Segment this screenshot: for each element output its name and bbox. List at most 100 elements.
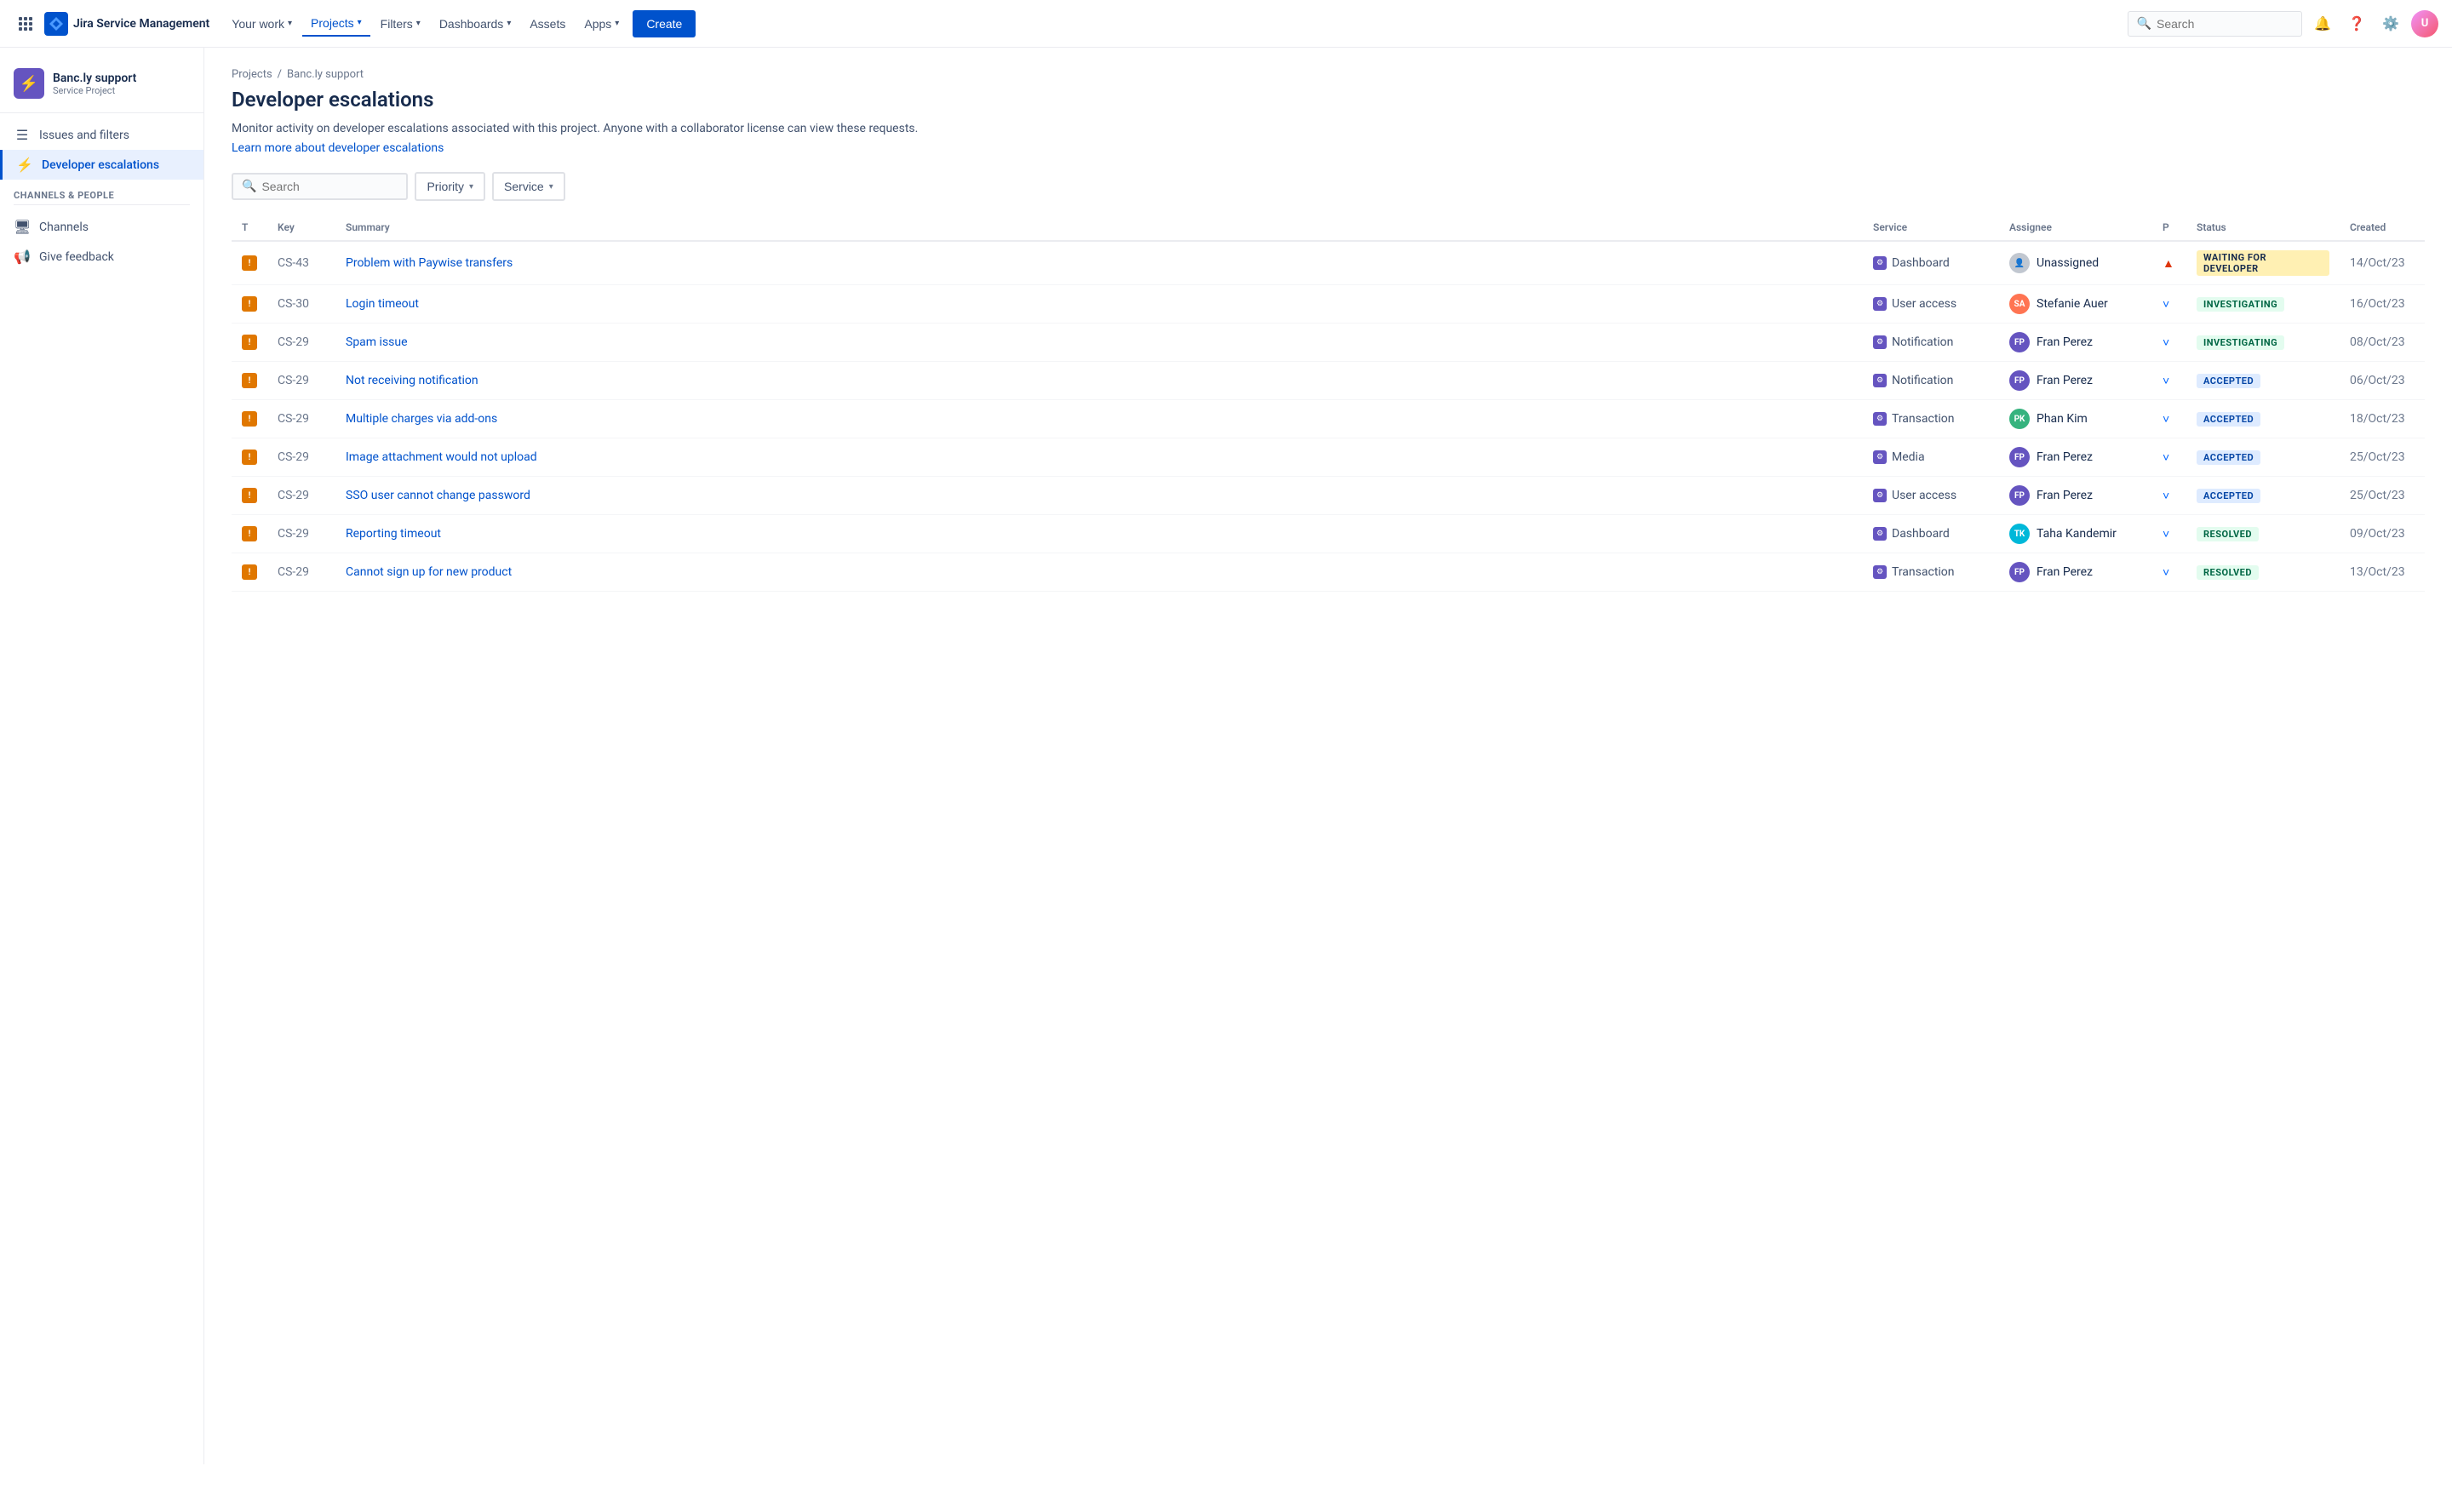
nav-projects[interactable]: Projects ▾: [302, 11, 370, 37]
issue-summary-link[interactable]: Login timeout: [346, 297, 419, 311]
row-key: CS-30: [267, 285, 335, 324]
assignee-name: Fran Perez: [2037, 335, 2093, 349]
chevron-down-icon: ▾: [416, 19, 421, 28]
col-header-key: Key: [267, 215, 335, 241]
sidebar-item-developer-escalations[interactable]: ⚡ Developer escalations: [0, 150, 203, 180]
priority-filter[interactable]: Priority ▾: [415, 172, 485, 201]
status-badge: INVESTIGATING: [2197, 335, 2284, 350]
user-avatar[interactable]: U: [2411, 10, 2438, 37]
chevron-down-icon: ▾: [358, 18, 362, 27]
sidebar: ⚡ Banc.ly support Service Project ☰ Issu…: [0, 48, 204, 1464]
issue-summary-link[interactable]: Multiple charges via add-ons: [346, 412, 497, 426]
issue-summary-link[interactable]: Spam issue: [346, 335, 408, 349]
col-header-assignee: Assignee: [1999, 215, 2152, 241]
row-summary[interactable]: SSO user cannot change password: [335, 477, 1863, 515]
row-summary[interactable]: Not receiving notification: [335, 362, 1863, 400]
priority-filter-label: Priority: [427, 180, 464, 193]
row-key: CS-29: [267, 438, 335, 477]
row-summary[interactable]: Cannot sign up for new product: [335, 553, 1863, 592]
assignee-avatar: FP: [2009, 370, 2030, 391]
row-service: ⚙User access: [1863, 477, 1999, 515]
row-priority: ˅: [2152, 324, 2186, 362]
priority-icon: ˅: [2163, 413, 2169, 427]
search-input[interactable]: [2157, 17, 2293, 31]
nav-your-work[interactable]: Your work ▾: [223, 12, 301, 36]
row-summary[interactable]: Reporting timeout: [335, 515, 1863, 553]
row-status: ACCEPTED: [2186, 362, 2340, 400]
global-search[interactable]: 🔍: [2128, 11, 2302, 37]
breadcrumb-projects[interactable]: Projects: [232, 68, 272, 81]
nav-filters[interactable]: Filters ▾: [372, 12, 429, 36]
main-content: Projects / Banc.ly support Developer esc…: [204, 48, 2452, 1464]
issue-summary-link[interactable]: Cannot sign up for new product: [346, 565, 512, 579]
nav-apps[interactable]: Apps ▾: [576, 12, 627, 36]
issue-summary-link[interactable]: SSO user cannot change password: [346, 489, 530, 502]
service-icon: ⚙: [1873, 412, 1887, 426]
row-key: CS-29: [267, 400, 335, 438]
row-priority: ˅: [2152, 477, 2186, 515]
app-logo[interactable]: Jira Service Management: [44, 12, 209, 36]
grid-icon[interactable]: [14, 12, 37, 36]
row-created: 18/Oct/23: [2340, 400, 2425, 438]
row-created: 25/Oct/23: [2340, 477, 2425, 515]
table-row: !CS-29Reporting timeout⚙DashboardTKTaha …: [232, 515, 2425, 553]
row-service: ⚙Notification: [1863, 362, 1999, 400]
chevron-down-icon: ▾: [549, 182, 553, 192]
service-icon: ⚙: [1873, 256, 1887, 270]
row-summary[interactable]: Login timeout: [335, 285, 1863, 324]
service-icon: ⚙: [1873, 335, 1887, 349]
assignee-avatar: FP: [2009, 447, 2030, 467]
assignee-name: Taha Kandemir: [2037, 527, 2117, 541]
service-name: Transaction: [1892, 412, 1955, 426]
issue-summary-link[interactable]: Image attachment would not upload: [346, 450, 537, 464]
row-status: RESOLVED: [2186, 553, 2340, 592]
row-summary[interactable]: Multiple charges via add-ons: [335, 400, 1863, 438]
row-type: !: [232, 324, 267, 362]
priority-icon: ˅: [2163, 451, 2169, 465]
breadcrumb-project[interactable]: Banc.ly support: [287, 68, 364, 81]
row-status: WAITING FOR DEVELOPER: [2186, 241, 2340, 285]
assignee-name: Fran Perez: [2037, 374, 2093, 387]
row-type: !: [232, 362, 267, 400]
table-row: !CS-29Multiple charges via add-ons⚙Trans…: [232, 400, 2425, 438]
status-badge: ACCEPTED: [2197, 489, 2260, 503]
table-row: !CS-29Spam issue⚙NotificationFPFran Pere…: [232, 324, 2425, 362]
issue-summary-link[interactable]: Reporting timeout: [346, 527, 441, 541]
row-summary[interactable]: Spam issue: [335, 324, 1863, 362]
sidebar-item-give-feedback[interactable]: 📢 Give feedback: [0, 242, 203, 272]
row-created: 13/Oct/23: [2340, 553, 2425, 592]
settings-button[interactable]: ⚙️: [2377, 10, 2404, 37]
service-filter[interactable]: Service ▾: [492, 172, 565, 201]
issue-summary-link[interactable]: Problem with Paywise transfers: [346, 256, 513, 270]
channels-icon: 🖥: [14, 219, 31, 235]
sidebar-item-channels[interactable]: 🖥 Channels: [0, 212, 203, 242]
status-badge: WAITING FOR DEVELOPER: [2197, 250, 2329, 276]
notifications-button[interactable]: 🔔: [2309, 10, 2336, 37]
search-icon: 🔍: [2137, 17, 2151, 31]
breadcrumb-separator: /: [278, 68, 282, 81]
feedback-icon: 📢: [14, 249, 31, 265]
service-name: Dashboard: [1892, 256, 1950, 270]
learn-more-link[interactable]: Learn more about developer escalations: [232, 141, 444, 155]
help-button[interactable]: ❓: [2343, 10, 2370, 37]
issue-summary-link[interactable]: Not receiving notification: [346, 374, 478, 387]
row-summary[interactable]: Problem with Paywise transfers: [335, 241, 1863, 285]
create-button[interactable]: Create: [633, 10, 696, 37]
row-assignee: FPFran Perez: [1999, 477, 2152, 515]
issue-search[interactable]: 🔍: [232, 173, 408, 200]
search-input[interactable]: [261, 180, 398, 193]
project-info: Banc.ly support Service Project: [53, 72, 136, 96]
issue-type-icon: !: [242, 564, 257, 580]
sidebar-item-issues[interactable]: ☰ Issues and filters: [0, 120, 203, 150]
row-summary[interactable]: Image attachment would not upload: [335, 438, 1863, 477]
row-service: ⚙User access: [1863, 285, 1999, 324]
status-badge: RESOLVED: [2197, 565, 2259, 580]
status-badge: RESOLVED: [2197, 527, 2259, 541]
chevron-down-icon: ▾: [615, 19, 619, 28]
nav-dashboards[interactable]: Dashboards ▾: [431, 12, 520, 36]
service-icon: ⚙: [1873, 297, 1887, 311]
nav-assets-label: Assets: [530, 17, 565, 31]
nav-assets[interactable]: Assets: [521, 12, 574, 36]
chevron-down-icon: ▾: [288, 19, 292, 28]
row-type: !: [232, 477, 267, 515]
